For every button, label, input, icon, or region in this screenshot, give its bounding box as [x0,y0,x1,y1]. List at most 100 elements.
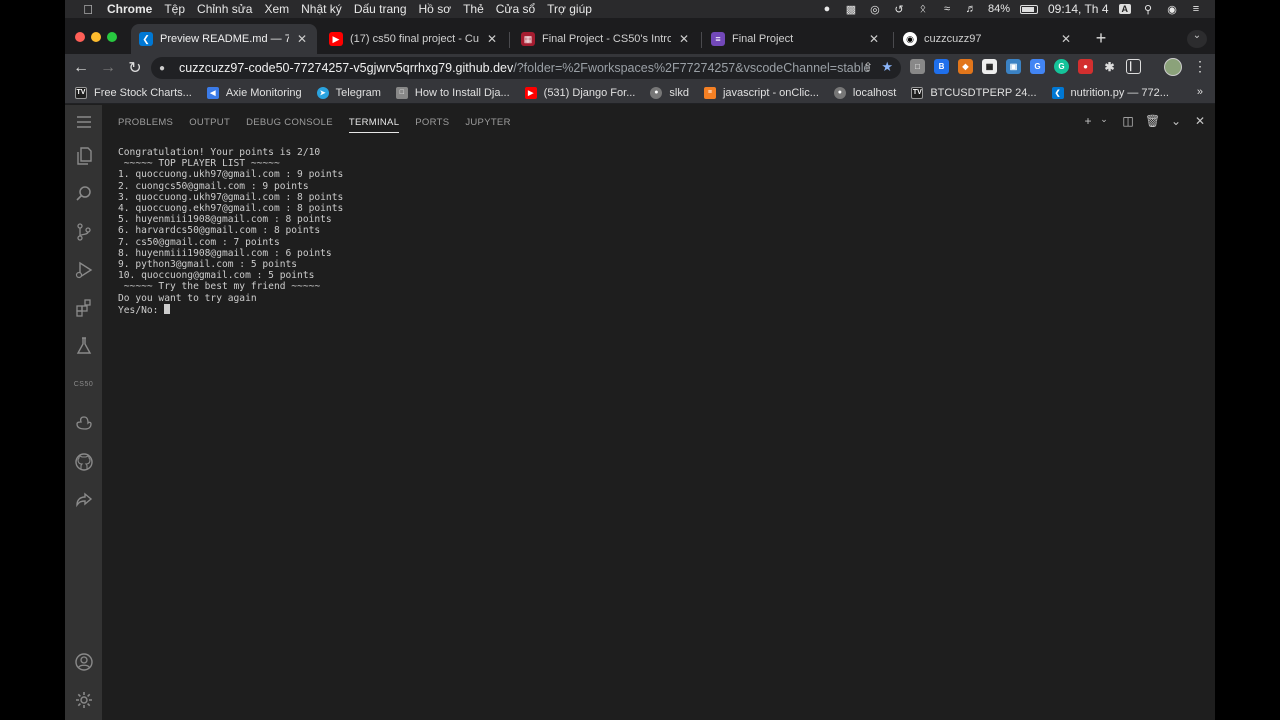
apple-icon[interactable]:  [75,2,101,17]
bluetooth-icon[interactable]: ᛟ [916,3,930,15]
bookmark-item[interactable]: ≡ javascript - onClic... [703,86,819,99]
user-avatar-icon[interactable]: ◉ [1165,3,1179,16]
control-center-icon[interactable]: ≡ [1189,3,1203,15]
menu-history[interactable]: Nhật ký [301,2,342,16]
volume-icon[interactable]: ♬ [964,3,978,15]
maximize-panel-icon[interactable]: ⌄ [1169,114,1183,128]
chevron-down-icon[interactable]: ⌄ [1097,114,1111,128]
share-icon[interactable]: ⇧ [863,60,873,74]
menu-view[interactable]: Xem [264,2,289,16]
search-icon[interactable] [65,179,102,209]
menu-tab[interactable]: Thẻ [463,2,484,16]
close-tab-icon[interactable]: ✕ [867,32,881,46]
menu-help[interactable]: Trợ giúp [547,2,592,16]
accounts-icon[interactable] [65,647,102,677]
tab-jupyter[interactable]: JUPYTER [465,105,510,140]
input-source-icon[interactable]: A [1118,4,1131,14]
bookmark-item[interactable]: □ How to Install Dja... [395,86,510,99]
extension-red-icon[interactable]: ● [1078,59,1093,74]
google-translate-icon[interactable]: G [1030,59,1045,74]
zoom-window-button[interactable] [107,32,117,42]
profile-avatar[interactable] [1164,58,1182,76]
bookmark-item[interactable]: ● slkd [650,86,689,99]
more-bookmarks-icon[interactable]: » [1197,86,1203,98]
bookmark-item[interactable]: ❮ nutrition.py — 772... [1051,86,1169,99]
extension-window-icon[interactable]: ▣ [1006,59,1021,74]
tab-youtube[interactable]: ▶ (17) cs50 final project - Cuong ✕ [321,24,507,54]
wifi-icon[interactable]: ≈ [940,3,954,15]
tab-readme-preview[interactable]: ❮ Preview README.md — 77274257 ✕ [131,24,317,54]
cs50-icon[interactable]: CS50 [65,369,102,399]
close-window-button[interactable] [75,32,85,42]
new-terminal-icon[interactable]: + [1081,114,1095,128]
close-tab-icon[interactable]: ✕ [485,32,499,46]
tab-search-button[interactable]: ⌄ [1187,30,1207,48]
lock-icon[interactable]: ● [159,63,169,74]
video-frame:  Chrome Tệp Chỉnh sửa Xem Nhật ký Dấu t… [0,0,1280,720]
reload-button[interactable]: ↻ [123,56,147,80]
tab-output[interactable]: OUTPUT [189,105,230,140]
live-share-icon[interactable] [65,485,102,515]
more-menu-icon[interactable]: ⋮ [1193,58,1207,75]
bookmark-item[interactable]: ◀ Axie Monitoring [206,86,302,99]
qr-code-icon[interactable]: ▦ [982,59,997,74]
screen-share-icon[interactable]: ▩ [844,3,858,16]
clock[interactable]: 09:14, Th 4 [1048,2,1109,16]
manage-gear-icon[interactable] [65,685,102,715]
telegram-icon: ➤ [316,86,329,99]
tab-problems[interactable]: PROBLEMS [118,105,173,140]
tab-final-project-form[interactable]: ≡ Final Project ✕ [703,24,889,54]
tab-github-profile[interactable]: ◉ cuzzcuzz97 ✕ [895,24,1081,54]
tab-cs50-final-project[interactable]: ▦ Final Project - CS50's Introduc ✕ [513,24,699,54]
testing-flask-icon[interactable] [65,331,102,361]
forward-button[interactable]: → [96,56,120,80]
url-path: /?folder=%2Fworkspaces%2F77274257&vscode… [513,61,871,75]
terminal-output[interactable]: Congratulation! Your points is 2/10 ~~~~… [118,147,1208,316]
bookmark-label: How to Install Dja... [414,86,510,99]
bookmark-item[interactable]: ➤ Telegram [316,86,381,99]
minimize-window-button[interactable] [91,32,101,42]
menu-icon[interactable] [65,107,102,137]
bookmark-item[interactable]: TV BTCUSDTPERP 24... [911,86,1037,99]
run-debug-icon[interactable] [65,255,102,285]
new-tab-button[interactable]: + [1091,29,1111,49]
menu-profiles[interactable]: Hồ sơ [419,2,452,16]
battery-icon[interactable] [1020,4,1038,14]
bookmark-item[interactable]: ● localhost [833,86,896,99]
metamask-icon[interactable]: ◆ [958,59,973,74]
bookmark-item[interactable]: ▶ (531) Django For... [524,86,635,99]
trash-icon[interactable]: 🗑 [1145,114,1160,128]
menu-window[interactable]: Cửa sổ [496,2,535,16]
terminal-prompt-line[interactable]: Yes/No: [118,303,1208,316]
duck-icon[interactable] [65,407,102,437]
close-panel-icon[interactable]: ✕ [1193,114,1207,128]
extensions-icon[interactable] [65,293,102,323]
extension-shield-icon[interactable]: B [934,59,949,74]
time-machine-icon[interactable]: ↺ [892,3,906,16]
menu-edit[interactable]: Chỉnh sửa [197,2,252,16]
menu-app-name[interactable]: Chrome [107,2,152,16]
stream-icon[interactable]: ◎ [868,3,882,16]
explorer-icon[interactable] [65,141,102,171]
split-terminal-icon[interactable]: ◫ [1121,114,1135,128]
grammarly-icon[interactable]: G [1054,59,1069,74]
github-icon[interactable] [65,447,102,477]
bookmark-item[interactable]: TV Free Stock Charts... [75,86,192,99]
back-button[interactable]: ← [69,56,93,80]
close-tab-icon[interactable]: ✕ [677,32,691,46]
spotlight-icon[interactable]: ⚲ [1141,3,1155,16]
tab-ports[interactable]: PORTS [415,105,449,140]
close-tab-icon[interactable]: ✕ [1059,32,1073,46]
close-tab-icon[interactable]: ✕ [295,32,309,46]
tab-debug-console[interactable]: DEBUG CONSOLE [246,105,333,140]
extension-page-icon[interactable]: □ [910,59,925,74]
side-panel-icon[interactable]: ▏ [1126,59,1141,74]
tab-terminal[interactable]: TERMINAL [348,105,400,140]
menu-bookmarks[interactable]: Dấu trang [354,2,407,16]
source-control-icon[interactable] [65,217,102,247]
menu-file[interactable]: Tệp [164,2,185,16]
address-bar[interactable]: ● cuzzcuzz97-code50-77274257-v5gjwrv5qrr… [151,57,901,79]
extensions-puzzle-icon[interactable]: ✱ [1102,59,1117,74]
bookmark-star-icon[interactable]: ★ [881,59,893,75]
record-icon[interactable]: ● [820,3,834,15]
